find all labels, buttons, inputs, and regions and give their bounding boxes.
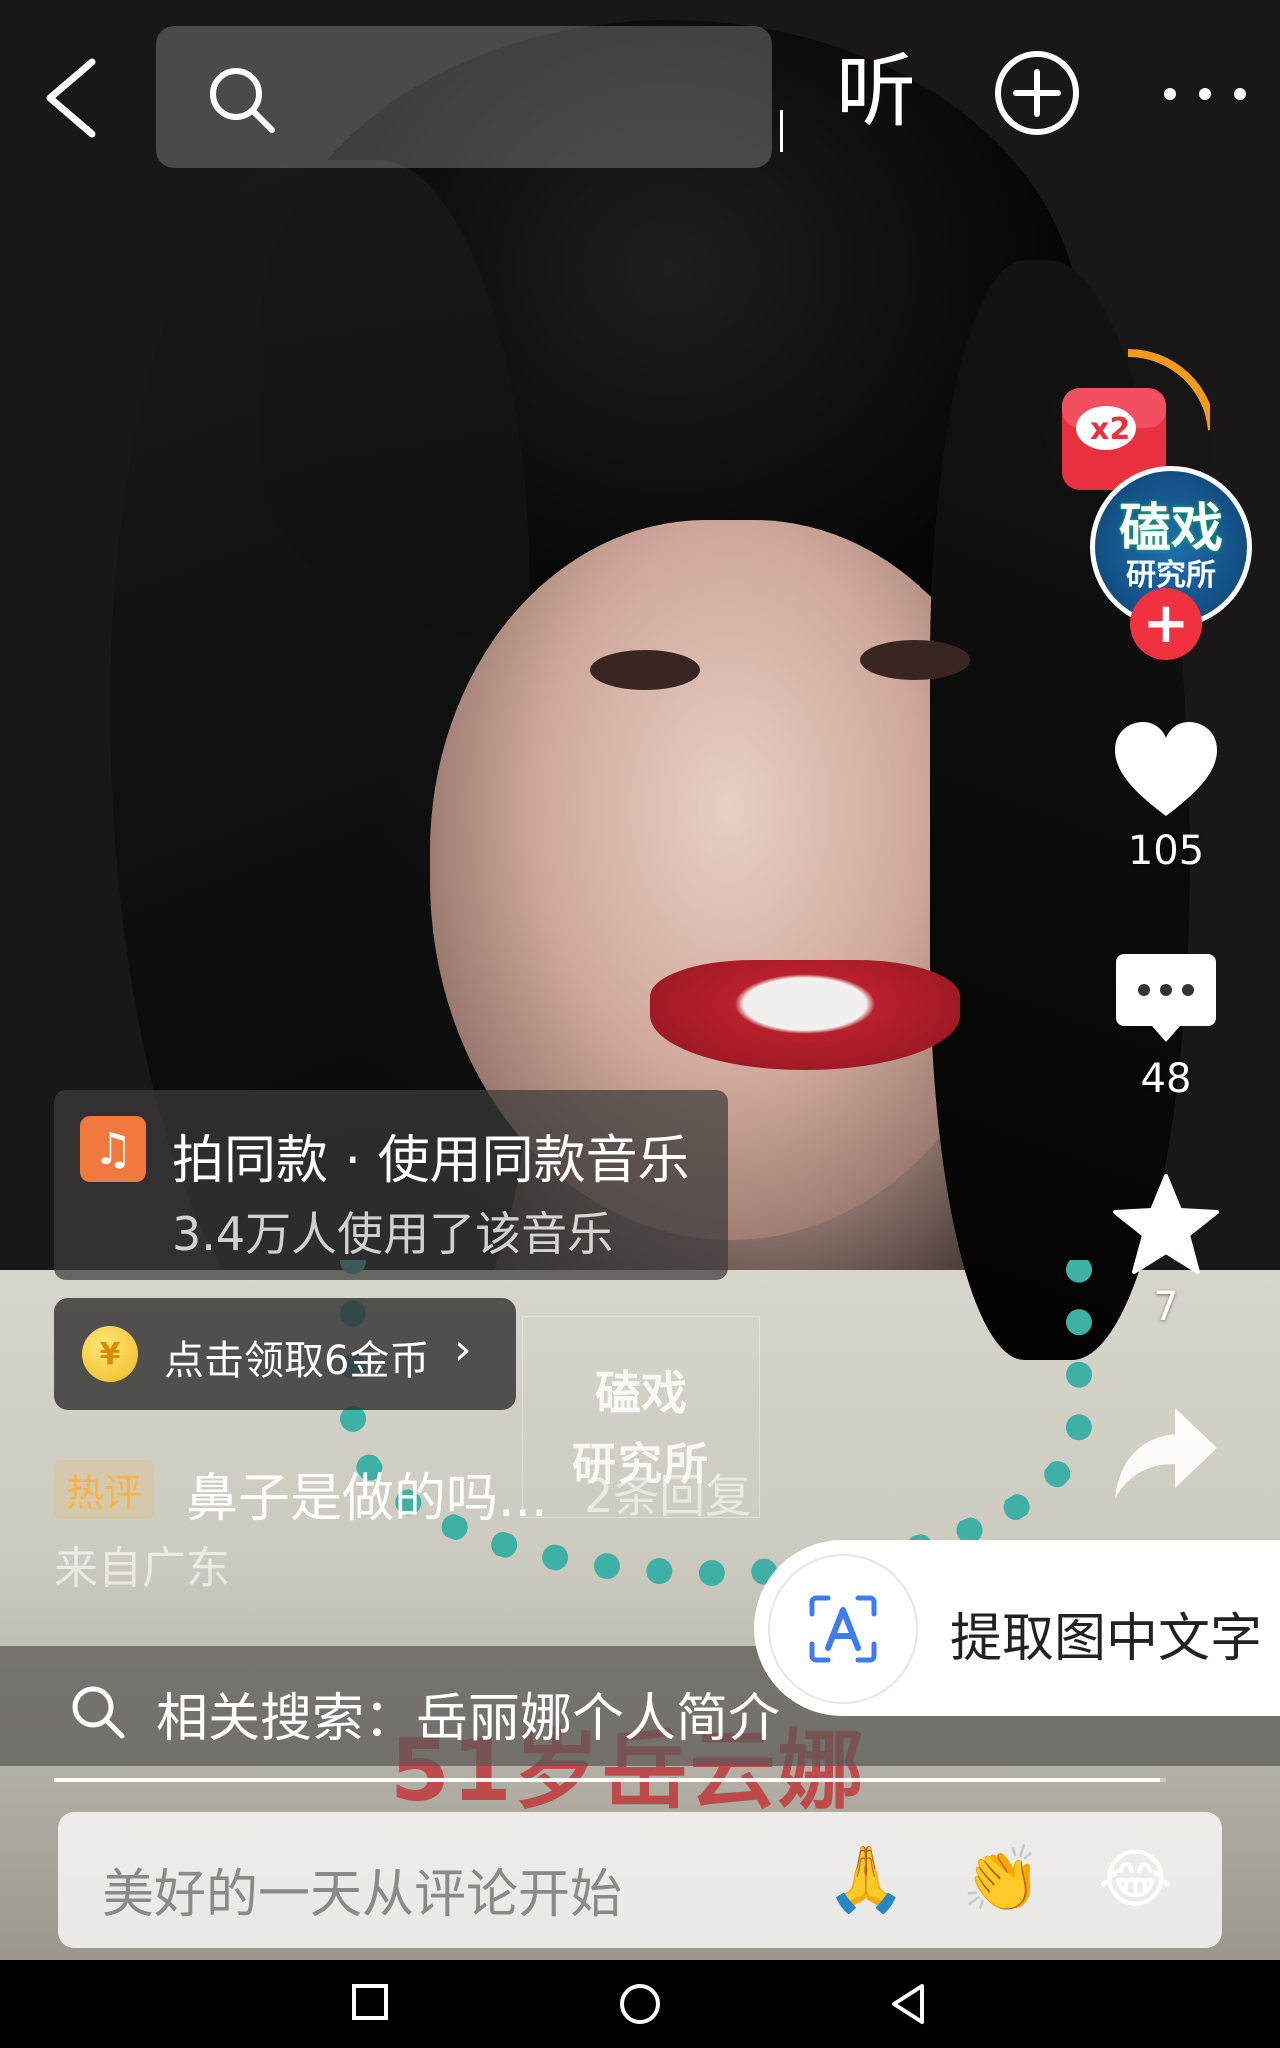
search-input[interactable]: [156, 26, 783, 168]
watermark-char: 戏: [641, 1366, 687, 1420]
back-nav-icon[interactable]: [888, 1982, 928, 2026]
comment-input[interactable]: 美好的一天从评论开始 🙏 👏 😂: [58, 1812, 1222, 1948]
search-icon: [72, 1686, 125, 1739]
text-scan-icon: [768, 1554, 918, 1704]
music-note-icon: ♫: [80, 1116, 146, 1182]
comment-button[interactable]: 48: [1096, 952, 1236, 1102]
multiplier-badge: x2: [1090, 412, 1131, 447]
favorite-count: 7: [1153, 1284, 1179, 1330]
star-icon: [1113, 1174, 1219, 1274]
recent-apps-icon[interactable]: [350, 1982, 390, 2022]
more-horizontal-icon: [1164, 88, 1246, 100]
heart-icon: [1115, 722, 1217, 816]
comment-count: 48: [1140, 1056, 1192, 1102]
chevron-right-icon: ›: [454, 1324, 472, 1375]
music-card-subtitle: 3.4万人使用了该音乐: [172, 1207, 614, 1261]
related-search-label: 相关搜索：岳丽娜个人简介: [156, 1689, 781, 1749]
like-button[interactable]: 105: [1096, 720, 1236, 874]
eye-shape: [860, 640, 970, 680]
top-bar: 听: [0, 0, 1280, 200]
hot-comment-tag: 热评: [54, 1460, 155, 1519]
text-caret: [780, 110, 783, 152]
back-button[interactable]: [32, 48, 128, 148]
listen-button[interactable]: 听: [836, 52, 916, 132]
share-icon: [1115, 1408, 1217, 1498]
more-button[interactable]: [1160, 84, 1250, 104]
comment-location: 来自广东: [54, 1543, 230, 1594]
eye-shape: [590, 650, 700, 690]
like-count: 105: [1127, 828, 1205, 874]
music-card-title: 拍同款 · 使用同款音乐: [172, 1131, 690, 1191]
follow-button[interactable]: +: [1130, 588, 1202, 660]
plus-circle-icon: [995, 51, 1079, 135]
extract-text-popup[interactable]: 提取图中文字: [754, 1540, 1280, 1716]
search-icon: [210, 68, 275, 133]
video-progress-fill: [54, 1778, 1161, 1782]
avatar-text: 磕戏: [1118, 499, 1223, 559]
reply-count-link[interactable]: 2条回复: [584, 1460, 751, 1526]
emoji-pray-button[interactable]: 🙏: [826, 1848, 906, 1912]
use-music-card[interactable]: ♫ 拍同款 · 使用同款音乐 3.4万人使用了该音乐: [54, 1090, 728, 1280]
claim-coins-button[interactable]: ¥ 点击领取6金币 ›: [54, 1298, 516, 1410]
system-nav-bar: [0, 1960, 1280, 2048]
hot-comment-text: 鼻子是做的吗...: [186, 1469, 548, 1529]
emoji-clap-button[interactable]: 👏: [962, 1848, 1042, 1912]
hot-comment[interactable]: 热评 鼻子是做的吗... 2条回复: [54, 1456, 774, 1529]
video-progress-bar[interactable]: [54, 1778, 1166, 1782]
share-button[interactable]: [1096, 1404, 1236, 1508]
comment-icon: [1116, 954, 1216, 1042]
avatar-subtext: 研究所: [1126, 558, 1216, 593]
add-button[interactable]: [994, 50, 1080, 136]
coin-icon: ¥: [82, 1326, 138, 1382]
extract-text-label: 提取图中文字: [950, 1609, 1263, 1669]
lips-shape: [650, 960, 960, 1070]
favorite-button[interactable]: 7: [1096, 1172, 1236, 1330]
claim-coins-label: 点击领取6金币: [164, 1338, 430, 1384]
emoji-laugh-button[interactable]: 😂: [1098, 1848, 1173, 1912]
comment-placeholder: 美好的一天从评论开始: [102, 1865, 623, 1925]
watermark-char: 磕: [595, 1366, 641, 1420]
chevron-left-icon: [46, 58, 96, 138]
home-icon[interactable]: [618, 1982, 662, 2026]
